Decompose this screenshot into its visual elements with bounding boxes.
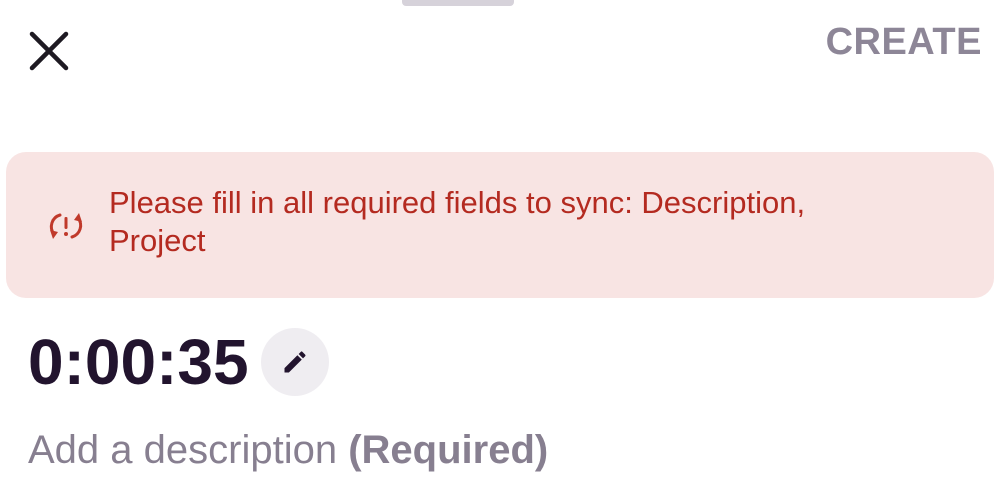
description-placeholder: Add a description [28, 428, 349, 472]
sync-error-message: Please fill in all required fields to sy… [109, 185, 806, 258]
sync-error-icon [49, 213, 83, 239]
required-marker: (Required) [348, 428, 549, 472]
description-input[interactable]: Add a description (Required) [28, 420, 548, 480]
timer-row: 0:00:35 [28, 322, 329, 402]
create-button[interactable]: CREATE [826, 18, 982, 66]
time-entry-editor: CREATE Please fill in all required field… [0, 0, 1000, 503]
close-icon [29, 31, 69, 71]
drag-handle[interactable] [402, 0, 514, 6]
pencil-icon [284, 351, 306, 373]
timer-duration[interactable]: 0:00:35 [28, 322, 249, 402]
edit-duration-button[interactable] [260, 328, 329, 396]
sync-error-banner: Please fill in all required fields to sy… [6, 152, 994, 298]
close-button[interactable] [22, 24, 76, 78]
